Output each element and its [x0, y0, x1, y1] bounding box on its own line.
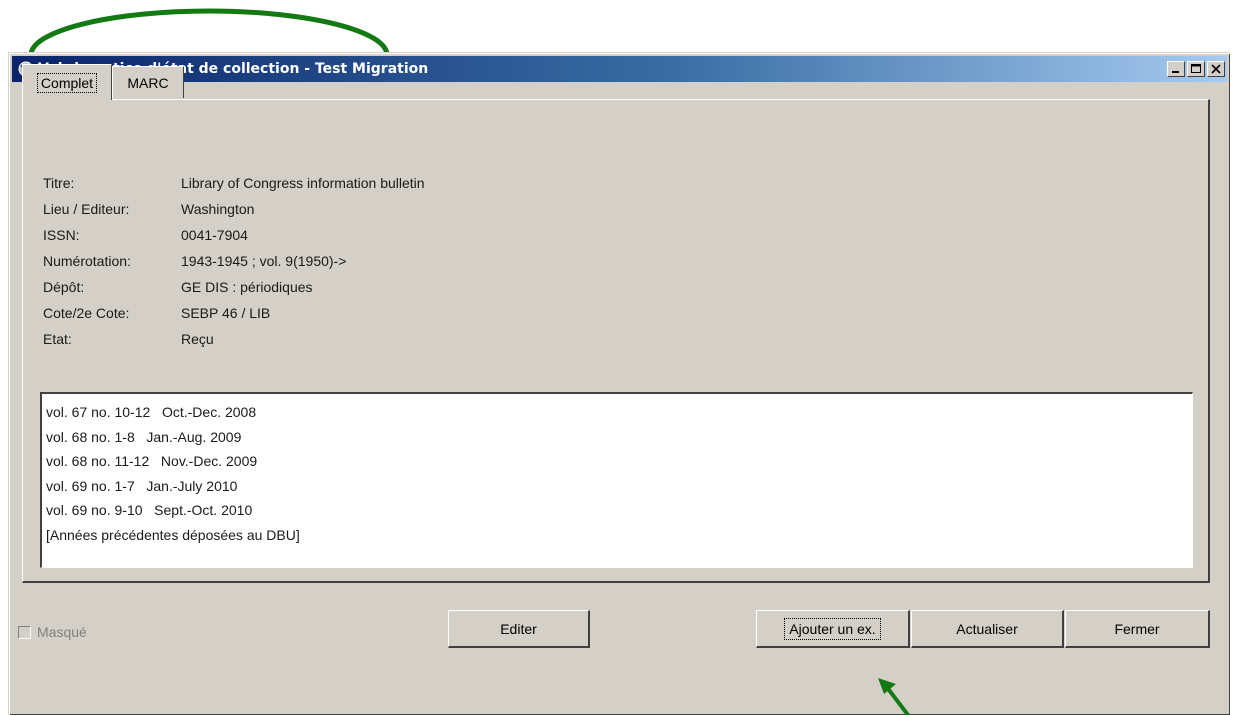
checkbox-box[interactable] [18, 625, 31, 639]
record-value: 0041-7904 [181, 227, 248, 243]
record-label: Lieu / Editeur: [43, 201, 130, 217]
record-label: Titre: [43, 175, 75, 191]
holdings-line: vol. 67 no. 10-12 Oct.-Dec. 2008 [46, 404, 257, 420]
masque-label: Masqué [37, 624, 87, 640]
record-row-depot: Dépôt: GE DIS : périodiques [43, 279, 313, 301]
fermer-button[interactable]: Fermer [1065, 610, 1210, 648]
holdings-line: vol. 69 no. 1-7 Jan.-July 2010 [46, 477, 238, 494]
holdings-line: vol. 68 no. 1-8 Jan.-Aug. 2009 [46, 428, 242, 445]
record-row-issn: ISSN: 0041-7904 [43, 227, 248, 249]
record-row-etat: Etat: Reçu [43, 331, 214, 353]
record-row-numerotation: Numérotation: 1943-1945 ; vol. 9(1950)-> [43, 253, 346, 275]
ajouter-label: Ajouter un ex. [784, 617, 881, 640]
holdings-line: [Années précédentes déposées au DBU] [46, 526, 300, 543]
close-icon[interactable] [1207, 61, 1225, 77]
record-label: Cote/2e Cote: [43, 305, 130, 321]
actualiser-label: Actualiser [956, 620, 1018, 637]
masque-checkbox[interactable]: Masqué [18, 624, 87, 640]
record-row-lieu: Lieu / Editeur: Washington [43, 201, 254, 223]
holdings-textarea[interactable]: vol. 67 no. 10-12 Oct.-Dec. 2008 vol. 68… [40, 392, 1193, 568]
tab-complet-label: Complet [36, 72, 98, 93]
tab-complet[interactable]: Complet [22, 64, 112, 100]
record-value: Washington [181, 201, 255, 217]
record-value: GE DIS : périodiques [181, 279, 313, 295]
annotation-arrow [878, 678, 910, 715]
maximize-icon[interactable] [1187, 61, 1205, 77]
record-value: Reçu [181, 331, 214, 347]
ajouter-button[interactable]: Ajouter un ex. [756, 610, 910, 648]
record-label: Etat: [43, 331, 72, 347]
record-label: Numérotation: [43, 253, 131, 269]
record-label: ISSN: [43, 227, 80, 243]
record-row-cote: Cote/2e Cote: SEBP 46 / LIB [43, 305, 270, 327]
record-row-titre: Titre: Library of Congress information b… [43, 175, 425, 197]
holdings-line: vol. 68 no. 11-12 Nov.-Dec. 2009 [46, 453, 258, 469]
record-value: 1943-1945 ; vol. 9(1950)-> [181, 253, 347, 269]
tab-marc-label: MARC [127, 74, 169, 91]
editer-label: Editer [500, 620, 537, 637]
record-value: SEBP 46 / LIB [181, 305, 271, 321]
title-bar[interactable]: Voir la notice d'état de collection - Te… [12, 56, 1227, 82]
minimize-icon[interactable] [1167, 61, 1185, 77]
record-value: Library of Congress information bulletin [181, 175, 425, 191]
fermer-label: Fermer [1114, 620, 1160, 637]
window-controls [1165, 61, 1225, 77]
complet-panel: Titre: Library of Congress information b… [22, 99, 1210, 583]
holdings-line: vol. 69 no. 9-10 Sept.-Oct. 2010 [46, 502, 253, 518]
tab-marc[interactable]: MARC [112, 66, 184, 98]
actualiser-button[interactable]: Actualiser [911, 610, 1064, 648]
editer-button[interactable]: Editer [448, 610, 590, 648]
record-label: Dépôt: [43, 279, 85, 295]
